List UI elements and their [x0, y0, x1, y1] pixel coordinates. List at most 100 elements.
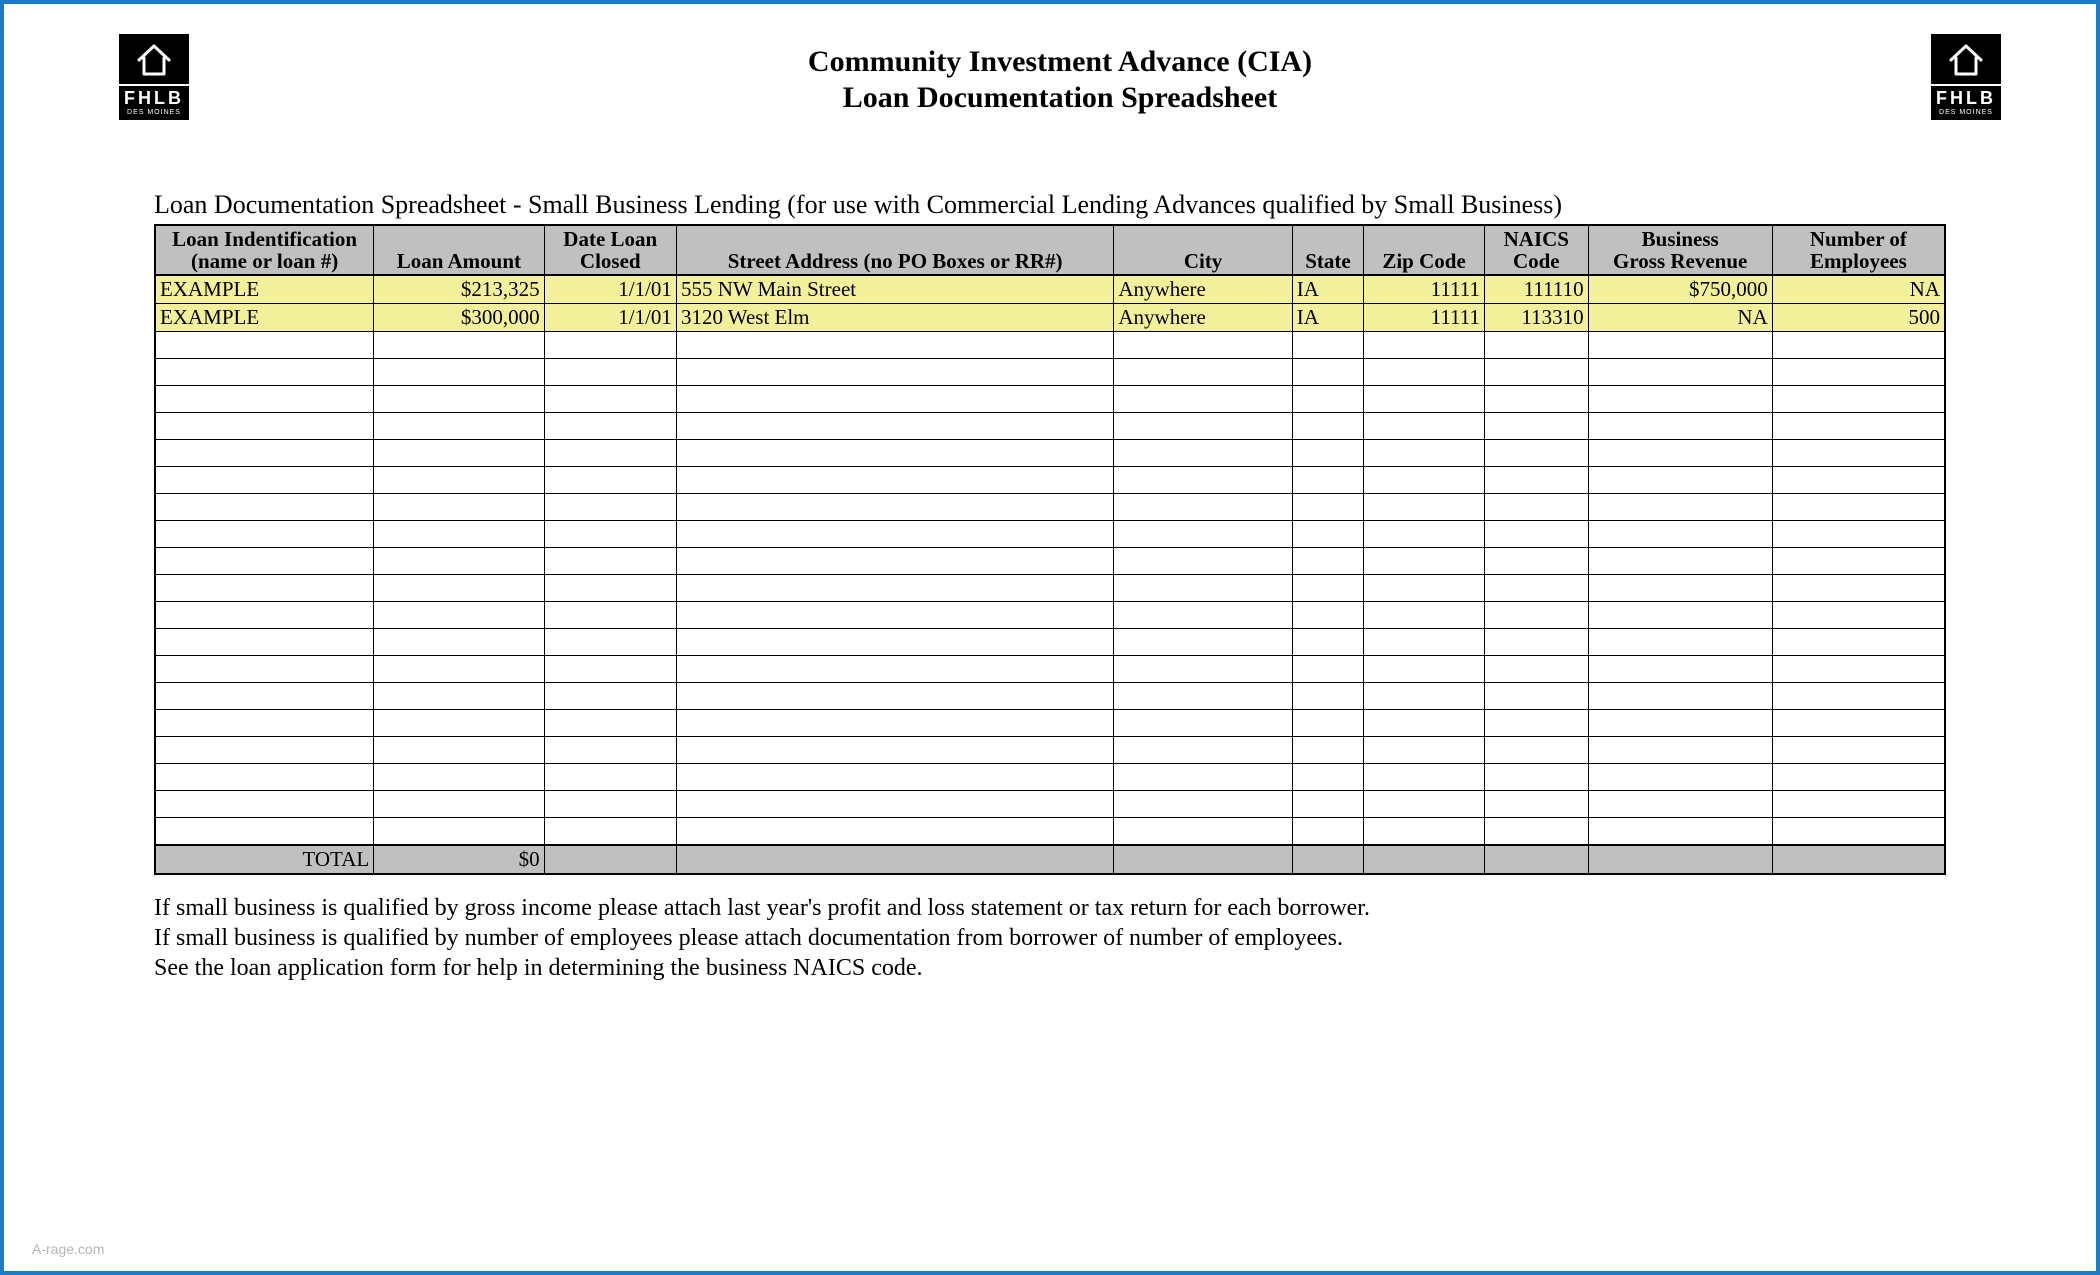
cell-naics[interactable]	[1485, 791, 1589, 818]
cell-address[interactable]	[676, 629, 1113, 656]
cell-address[interactable]	[676, 332, 1113, 359]
cell-amount[interactable]	[374, 710, 544, 737]
cell-zip[interactable]	[1364, 467, 1485, 494]
cell-naics[interactable]	[1485, 602, 1589, 629]
cell-state[interactable]	[1292, 332, 1363, 359]
cell-city[interactable]	[1114, 764, 1292, 791]
cell-employees[interactable]	[1772, 737, 1945, 764]
cell-amount[interactable]	[374, 737, 544, 764]
cell-zip[interactable]	[1364, 764, 1485, 791]
cell-date_closed[interactable]	[544, 386, 676, 413]
cell-amount[interactable]	[374, 683, 544, 710]
cell-state[interactable]	[1292, 467, 1363, 494]
cell-amount[interactable]	[374, 791, 544, 818]
cell-address[interactable]	[676, 710, 1113, 737]
cell-date_closed[interactable]	[544, 413, 676, 440]
cell-date_closed[interactable]	[544, 818, 676, 845]
cell-state[interactable]	[1292, 791, 1363, 818]
cell-address[interactable]	[676, 791, 1113, 818]
cell-zip[interactable]	[1364, 494, 1485, 521]
cell-revenue[interactable]	[1588, 710, 1772, 737]
cell-address[interactable]	[676, 764, 1113, 791]
cell-naics[interactable]	[1485, 656, 1589, 683]
cell-zip[interactable]	[1364, 521, 1485, 548]
cell-naics[interactable]	[1485, 386, 1589, 413]
cell-zip[interactable]	[1364, 629, 1485, 656]
cell-city[interactable]	[1114, 332, 1292, 359]
cell-loan_id[interactable]	[155, 656, 374, 683]
cell-revenue[interactable]	[1588, 413, 1772, 440]
cell-zip[interactable]	[1364, 656, 1485, 683]
cell-date_closed[interactable]	[544, 629, 676, 656]
cell-city[interactable]	[1114, 602, 1292, 629]
cell-revenue[interactable]	[1588, 494, 1772, 521]
cell-zip[interactable]	[1364, 332, 1485, 359]
cell-address[interactable]	[676, 818, 1113, 845]
cell-amount[interactable]	[374, 521, 544, 548]
cell-amount[interactable]	[374, 467, 544, 494]
cell-loan_id[interactable]	[155, 575, 374, 602]
cell-naics[interactable]	[1485, 548, 1589, 575]
cell-zip[interactable]	[1364, 575, 1485, 602]
cell-employees[interactable]	[1772, 386, 1945, 413]
cell-amount[interactable]	[374, 413, 544, 440]
cell-date_closed[interactable]	[544, 791, 676, 818]
cell-naics[interactable]	[1485, 710, 1589, 737]
cell-amount[interactable]	[374, 494, 544, 521]
cell-revenue[interactable]	[1588, 683, 1772, 710]
cell-zip[interactable]	[1364, 818, 1485, 845]
cell-amount[interactable]	[374, 440, 544, 467]
cell-date_closed[interactable]	[544, 710, 676, 737]
cell-loan_id[interactable]	[155, 764, 374, 791]
cell-revenue[interactable]	[1588, 332, 1772, 359]
cell-revenue[interactable]	[1588, 818, 1772, 845]
cell-address[interactable]	[676, 521, 1113, 548]
cell-state[interactable]	[1292, 386, 1363, 413]
cell-employees[interactable]	[1772, 656, 1945, 683]
cell-date_closed[interactable]	[544, 521, 676, 548]
cell-loan_id[interactable]	[155, 359, 374, 386]
cell-address[interactable]	[676, 683, 1113, 710]
cell-date_closed[interactable]	[544, 494, 676, 521]
cell-naics[interactable]	[1485, 521, 1589, 548]
cell-loan_id[interactable]	[155, 683, 374, 710]
cell-revenue[interactable]	[1588, 602, 1772, 629]
cell-date_closed[interactable]	[544, 440, 676, 467]
cell-revenue[interactable]	[1588, 467, 1772, 494]
cell-state[interactable]	[1292, 440, 1363, 467]
cell-naics[interactable]	[1485, 359, 1589, 386]
cell-zip[interactable]	[1364, 359, 1485, 386]
cell-city[interactable]	[1114, 683, 1292, 710]
cell-address[interactable]	[676, 656, 1113, 683]
cell-employees[interactable]	[1772, 683, 1945, 710]
cell-state[interactable]	[1292, 359, 1363, 386]
cell-address[interactable]	[676, 737, 1113, 764]
cell-amount[interactable]	[374, 602, 544, 629]
cell-employees[interactable]	[1772, 467, 1945, 494]
cell-zip[interactable]	[1364, 386, 1485, 413]
cell-naics[interactable]	[1485, 440, 1589, 467]
cell-date_closed[interactable]	[544, 737, 676, 764]
cell-date_closed[interactable]	[544, 548, 676, 575]
cell-date_closed[interactable]	[544, 359, 676, 386]
cell-revenue[interactable]	[1588, 548, 1772, 575]
cell-city[interactable]	[1114, 548, 1292, 575]
cell-employees[interactable]	[1772, 791, 1945, 818]
cell-naics[interactable]	[1485, 629, 1589, 656]
cell-state[interactable]	[1292, 818, 1363, 845]
cell-loan_id[interactable]	[155, 521, 374, 548]
cell-loan_id[interactable]	[155, 386, 374, 413]
cell-city[interactable]	[1114, 386, 1292, 413]
cell-state[interactable]	[1292, 521, 1363, 548]
cell-state[interactable]	[1292, 413, 1363, 440]
cell-amount[interactable]	[374, 386, 544, 413]
cell-date_closed[interactable]	[544, 467, 676, 494]
cell-naics[interactable]	[1485, 494, 1589, 521]
cell-employees[interactable]	[1772, 575, 1945, 602]
cell-employees[interactable]	[1772, 629, 1945, 656]
cell-city[interactable]	[1114, 467, 1292, 494]
cell-address[interactable]	[676, 413, 1113, 440]
cell-city[interactable]	[1114, 791, 1292, 818]
cell-city[interactable]	[1114, 440, 1292, 467]
cell-zip[interactable]	[1364, 710, 1485, 737]
